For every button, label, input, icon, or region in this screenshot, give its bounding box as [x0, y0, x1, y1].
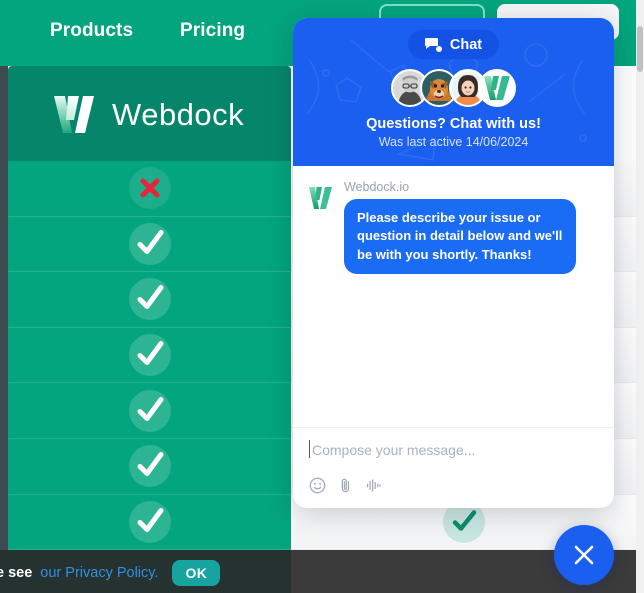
- cookie-ok-button[interactable]: OK: [172, 559, 221, 586]
- table-row: [8, 161, 291, 217]
- webdock-logo-icon: [309, 187, 332, 209]
- webdock-logo-text: Webdock: [112, 97, 245, 132]
- chat-message-bubble: Please describe your issue or question i…: [344, 199, 576, 275]
- check-icon: [128, 222, 171, 265]
- nav-item-pricing[interactable]: Pricing: [180, 20, 245, 42]
- chat-widget-header: Chat Questions? Chat with us! Was last a…: [293, 18, 614, 166]
- chat-widget-last-active: Was last active 14/06/2024: [378, 135, 529, 149]
- compose-message-input[interactable]: [309, 440, 598, 458]
- check-icon: [128, 389, 171, 432]
- webdock-logo: Webdock: [52, 93, 244, 137]
- avatar-webdock-logo: [478, 69, 516, 107]
- chat-message-sender: Webdock.io: [344, 180, 410, 194]
- agent-avatar-group: [391, 69, 516, 107]
- check-icon: [128, 334, 171, 377]
- chat-bubbles-icon: [424, 38, 442, 52]
- comparison-column-left: [8, 161, 291, 550]
- emoji-icon[interactable]: [309, 477, 326, 494]
- page-scrollbar-track[interactable]: [636, 0, 644, 593]
- table-row: [8, 272, 291, 328]
- check-icon: [128, 278, 171, 321]
- chat-composer: [293, 427, 614, 508]
- chat-tab-label: Chat: [449, 36, 483, 53]
- cookie-banner-text: e see: [0, 564, 33, 581]
- composer-toolbar: [309, 477, 598, 494]
- chat-tab-button[interactable]: Chat: [407, 30, 500, 59]
- webdock-logo-mark: [54, 96, 94, 133]
- chat-message-list: Webdock.io Please describe your issue or…: [293, 166, 614, 427]
- table-row: [8, 328, 291, 384]
- page-root: Products Pricing C Webdoc: [0, 0, 644, 593]
- chat-widget-title: Questions? Chat with us!: [366, 116, 541, 132]
- close-chat-button[interactable]: [554, 525, 614, 585]
- cross-icon: [128, 167, 171, 210]
- privacy-policy-link[interactable]: our Privacy Policy.: [40, 565, 158, 581]
- voice-waveform-icon[interactable]: [365, 477, 382, 494]
- attachment-icon[interactable]: [337, 477, 354, 494]
- nav-item-products[interactable]: Products: [50, 20, 133, 42]
- table-row: [8, 383, 291, 439]
- page-scrollbar-thumb[interactable]: [637, 26, 643, 72]
- hero-logo-band: Webdock: [8, 66, 291, 161]
- table-row: [8, 217, 291, 273]
- table-row: [8, 495, 291, 550]
- page-left-gutter: [0, 66, 8, 593]
- close-icon: [574, 545, 594, 565]
- chat-message: Webdock.io Please describe your issue or…: [307, 180, 600, 275]
- check-icon: [128, 445, 171, 488]
- table-row: [8, 439, 291, 495]
- check-icon: [128, 500, 171, 543]
- chat-widget: Chat Questions? Chat with us! Was last a…: [293, 18, 614, 508]
- cookie-consent-banner: e see our Privacy Policy. OK: [0, 552, 291, 593]
- chat-message-content: Webdock.io Please describe your issue or…: [344, 180, 576, 275]
